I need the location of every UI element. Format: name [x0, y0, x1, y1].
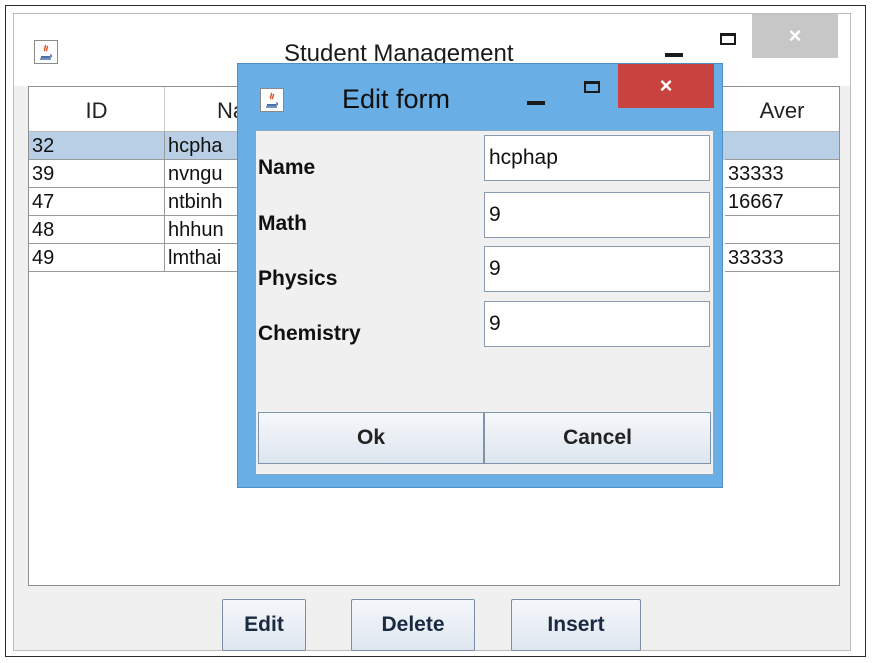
cell-id: 49: [29, 244, 165, 272]
java-app-icon: [34, 40, 58, 64]
cell-id: 48: [29, 216, 165, 244]
close-icon: ×: [659, 73, 673, 98]
cell-id: 47: [29, 188, 165, 216]
edit-form-dialog: Edit form × Name hcphap Math 9 Physics 9…: [237, 63, 723, 488]
cell-average: 33333: [725, 244, 839, 272]
edit-button[interactable]: Edit: [222, 599, 306, 651]
dialog-body: Name hcphap Math 9 Physics 9 Chemistry 9…: [255, 130, 714, 475]
name-label: Name: [258, 156, 316, 179]
cell-id: 39: [29, 160, 165, 188]
physics-label: Physics: [258, 267, 338, 290]
dialog-titlebar[interactable]: Edit form ×: [238, 64, 722, 130]
insert-button[interactable]: Insert: [511, 599, 641, 651]
cell-average: [725, 216, 839, 244]
cell-average: 16667: [725, 188, 839, 216]
cell-average: 33333: [725, 160, 839, 188]
math-label: Math: [258, 212, 307, 235]
math-field[interactable]: 9: [484, 192, 710, 238]
chemistry-label: Chemistry: [258, 322, 361, 345]
physics-field[interactable]: 9: [484, 246, 710, 292]
column-header-id[interactable]: ID: [29, 87, 165, 131]
dialog-minimize-button[interactable]: [516, 72, 556, 112]
ok-button[interactable]: Ok: [258, 412, 484, 464]
cancel-button[interactable]: Cancel: [484, 412, 711, 464]
cell-id: 32: [29, 132, 165, 160]
dialog-maximize-button[interactable]: [572, 72, 612, 112]
name-field[interactable]: hcphap: [484, 135, 710, 181]
dialog-title: Edit form: [342, 84, 451, 114]
java-app-icon: [260, 88, 284, 112]
delete-button[interactable]: Delete: [351, 599, 475, 651]
dialog-close-button[interactable]: ×: [618, 64, 714, 108]
minimize-icon: [665, 53, 683, 57]
main-maximize-button[interactable]: [708, 26, 748, 66]
main-close-button[interactable]: ×: [752, 14, 838, 58]
cell-average: [725, 132, 839, 160]
minimize-icon: [527, 101, 545, 105]
close-icon: ×: [788, 23, 802, 48]
main-minimize-button[interactable]: [654, 26, 694, 66]
chemistry-field[interactable]: 9: [484, 301, 710, 347]
maximize-icon: [584, 81, 600, 93]
maximize-icon: [720, 33, 736, 45]
column-header-average[interactable]: Aver: [725, 87, 839, 131]
